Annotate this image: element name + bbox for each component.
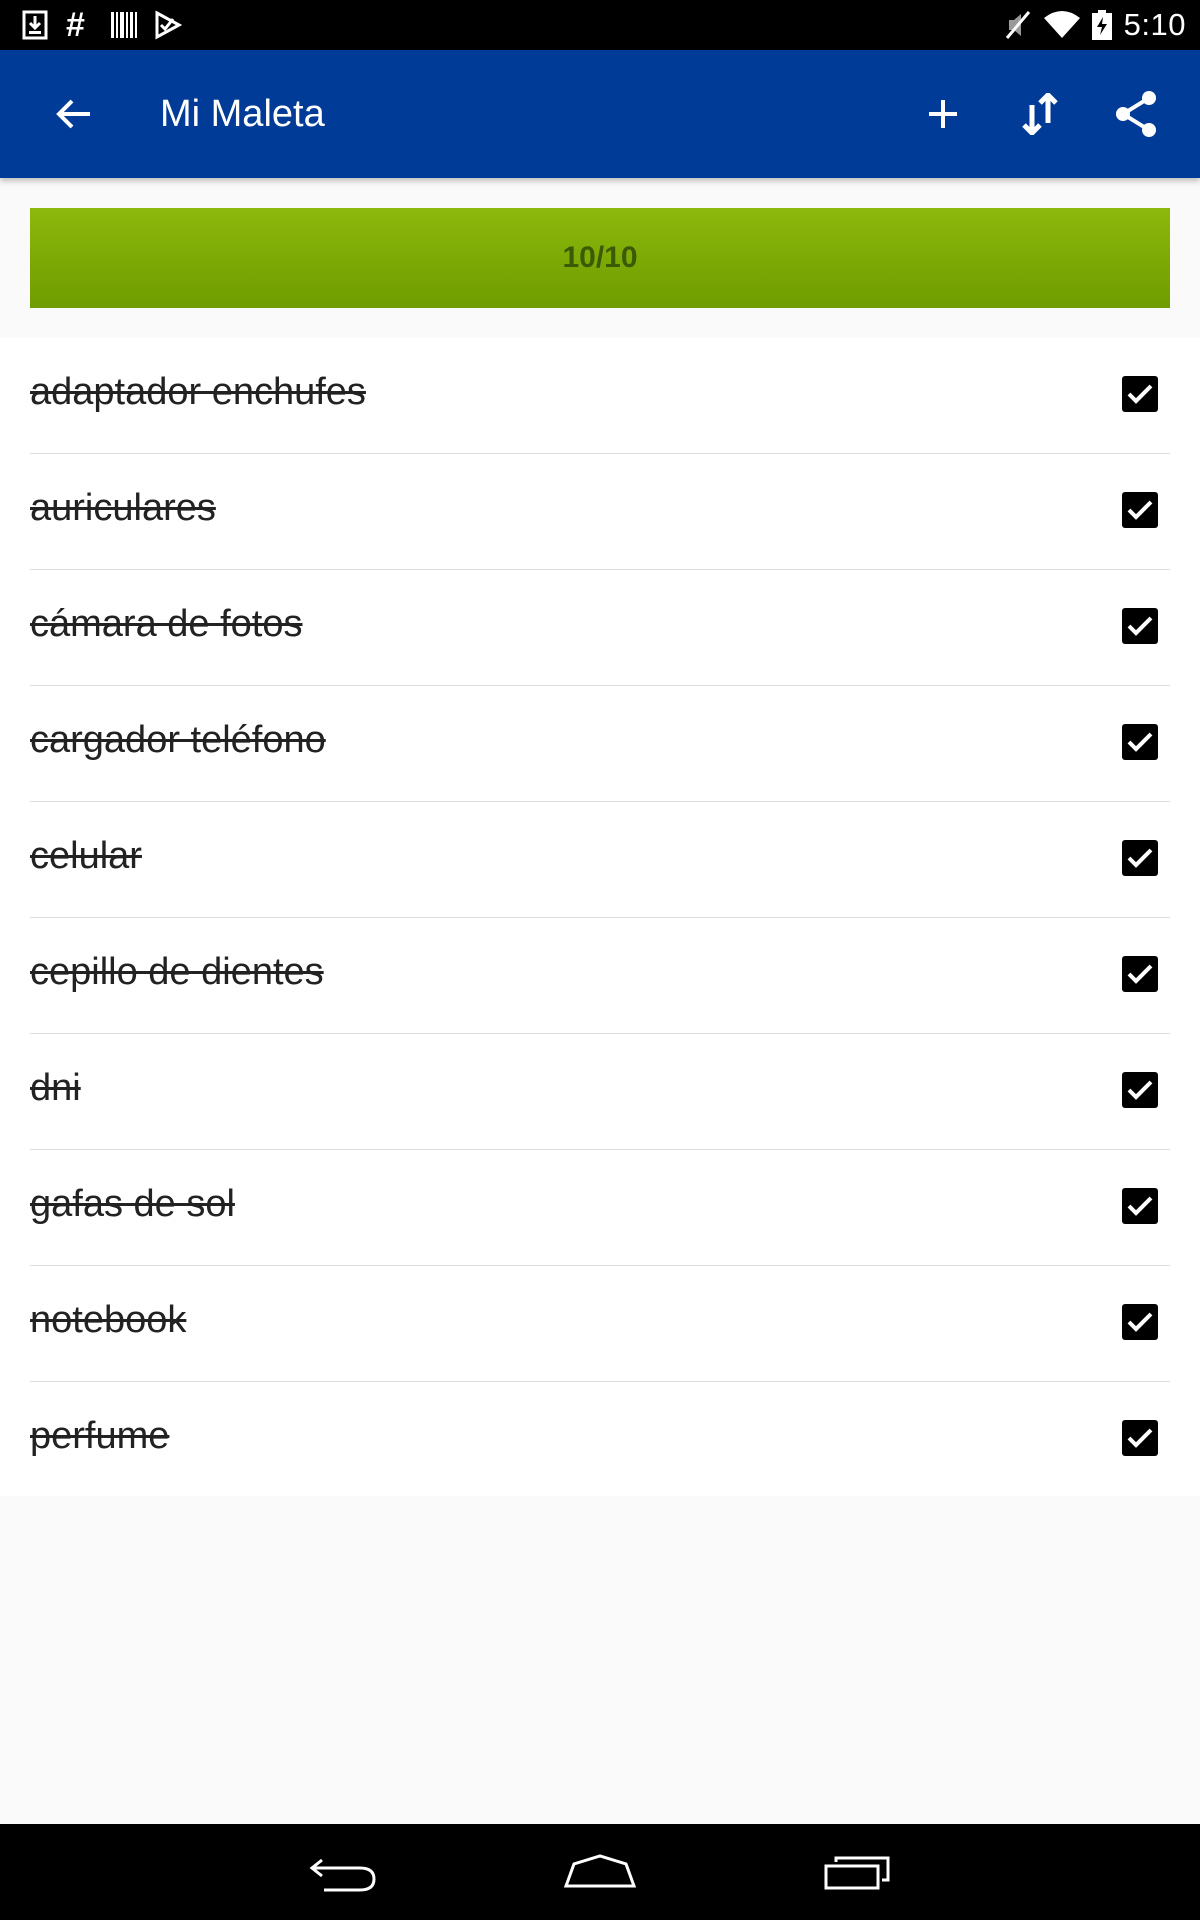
packing-progress-bar: 10/10 (30, 208, 1170, 308)
check-icon (1127, 616, 1153, 636)
nav-home-button[interactable] (540, 1838, 660, 1906)
add-item-button[interactable] (911, 82, 975, 146)
item-checkbox[interactable] (1122, 724, 1158, 760)
check-icon (1127, 1428, 1153, 1448)
nav-back-button[interactable] (283, 1838, 403, 1906)
status-bar: # 5:10 (0, 0, 1200, 50)
back-button[interactable] (42, 82, 106, 146)
list-item[interactable]: perfume (30, 1382, 1170, 1498)
item-label: perfume (30, 1415, 170, 1457)
app-bar: Mi Maleta (0, 50, 1200, 178)
wifi-icon (1043, 10, 1080, 40)
item-checkbox[interactable] (1122, 376, 1158, 412)
list-item[interactable]: adaptador enchufes (30, 338, 1170, 454)
packing-list: adaptador enchufes auriculares cámara de f… (0, 338, 1200, 1496)
task-icon (154, 10, 183, 40)
item-checkbox[interactable] (1122, 1072, 1158, 1108)
list-item[interactable]: cepillo de dientes (30, 918, 1170, 1034)
download-icon (22, 10, 50, 40)
nav-recents-button[interactable] (797, 1838, 917, 1906)
item-checkbox[interactable] (1122, 956, 1158, 992)
mute-icon (1004, 10, 1032, 40)
list-item[interactable]: cargador teléfono (30, 686, 1170, 802)
item-label: cargador teléfono (30, 719, 326, 761)
screen: # 5:10 Mi Maleta 10/10 adaptador enchufe… (0, 0, 1200, 1920)
item-checkbox[interactable] (1122, 1420, 1158, 1456)
share-button[interactable] (1104, 82, 1168, 146)
progress-label: 10/10 (562, 241, 638, 274)
home-icon (563, 1854, 637, 1888)
check-icon (1127, 848, 1153, 868)
navigation-bar (0, 1824, 1200, 1920)
status-right-icons: 5:10 (1004, 7, 1186, 42)
sort-button[interactable] (1008, 82, 1072, 146)
status-time: 5:10 (1123, 7, 1186, 42)
item-checkbox[interactable] (1122, 1188, 1158, 1224)
list-item[interactable]: cámara de fotos (30, 570, 1170, 686)
back-icon (309, 1858, 376, 1892)
check-icon (1127, 384, 1153, 404)
item-label: notebook (30, 1299, 187, 1341)
add-icon (929, 100, 957, 128)
item-label: gafas de sol (30, 1183, 235, 1225)
arrow-back-icon (56, 99, 90, 129)
status-left-icons: # (22, 6, 183, 44)
check-icon (1127, 1312, 1153, 1332)
hash-icon: # (66, 6, 85, 44)
list-item[interactable]: notebook (30, 1266, 1170, 1382)
item-label: celular (30, 835, 142, 877)
battery-charging-icon (1091, 10, 1112, 40)
item-checkbox[interactable] (1122, 608, 1158, 644)
share-icon (1116, 91, 1156, 137)
list-item[interactable]: dni (30, 1034, 1170, 1150)
check-icon (1127, 1196, 1153, 1216)
list-item[interactable]: gafas de sol (30, 1150, 1170, 1266)
check-icon (1127, 964, 1153, 984)
barcode-icon (110, 10, 138, 40)
item-label: cepillo de dientes (30, 951, 324, 993)
list-item[interactable]: auriculares (30, 454, 1170, 570)
item-label: auriculares (30, 487, 216, 529)
check-icon (1127, 500, 1153, 520)
check-icon (1127, 1080, 1153, 1100)
item-label: adaptador enchufes (30, 371, 366, 413)
sort-icon (1022, 93, 1058, 135)
item-label: cámara de fotos (30, 603, 303, 645)
list-item[interactable]: celular (30, 802, 1170, 918)
check-icon (1127, 732, 1153, 752)
item-checkbox[interactable] (1122, 840, 1158, 876)
item-checkbox[interactable] (1122, 492, 1158, 528)
recents-icon (824, 1856, 890, 1890)
item-label: dni (30, 1067, 81, 1109)
page-title: Mi Maleta (160, 93, 325, 135)
item-checkbox[interactable] (1122, 1304, 1158, 1340)
